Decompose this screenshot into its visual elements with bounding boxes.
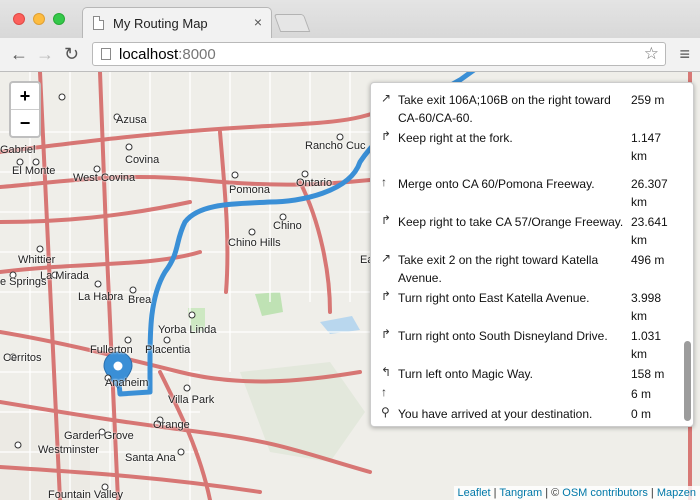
place-label: Ontario: [296, 177, 333, 189]
direction-instruction: Keep right at the fork.: [398, 131, 513, 145]
reload-icon[interactable]: ↻: [64, 43, 79, 65]
keep-right-icon: ↱: [381, 129, 392, 143]
turn-right-icon: ↱: [381, 327, 392, 341]
map-attribution: Leaflet | Tangram | © OSM contributors |…: [453, 486, 700, 500]
direction-instruction: You have arrived at your destination.: [398, 407, 593, 421]
attribution-separator: | ©: [542, 487, 563, 499]
direction-distance: 158 m: [631, 367, 665, 381]
tab-close-icon[interactable]: ×: [254, 14, 262, 30]
place-label: La Habra: [78, 291, 124, 303]
place-label: Brea: [128, 294, 152, 306]
direction-distance: 496 m: [631, 253, 665, 267]
destination-icon: ⚲: [381, 405, 390, 419]
place-label: West Covina: [73, 172, 136, 184]
place-label: El Monte: [12, 165, 56, 177]
new-tab-button[interactable]: [273, 14, 311, 32]
place-label: Placentia: [145, 344, 191, 356]
place-label: Anaheim: [105, 377, 149, 389]
direction-distance: 1.031 km: [631, 329, 662, 361]
place-label: Orange: [153, 419, 190, 431]
keep-right-icon: ↱: [381, 213, 392, 227]
bookmark-star-icon[interactable]: ☆: [644, 44, 659, 64]
address-bar[interactable]: localhost:8000 ☆: [92, 42, 666, 66]
place-label: Rancho Cuc: [305, 140, 366, 152]
place-label: Pomona: [229, 184, 270, 196]
turn-left-icon: ↰: [381, 365, 392, 379]
menu-icon[interactable]: ≡: [679, 44, 690, 65]
leaflet-link[interactable]: Leaflet: [458, 487, 491, 499]
place-label: Garden Grove: [64, 430, 134, 442]
place-label: La Mirada: [40, 270, 89, 282]
place-label: Yorba Linda: [158, 324, 217, 336]
osm-link[interactable]: OSM contributors: [562, 487, 648, 499]
directions-panel[interactable]: ↗ Take exit 106A;106B on the right toward…: [370, 82, 694, 427]
zoom-in-button[interactable]: +: [11, 83, 39, 110]
back-arrow-icon[interactable]: ←: [10, 43, 28, 65]
place-label: Chino: [273, 220, 302, 232]
directions-scrollbar[interactable]: [684, 341, 691, 421]
place-label: Cerritos: [3, 352, 42, 364]
browser-toolbar: ← → ↻ localhost:8000 ☆ ≡: [0, 38, 700, 72]
direction-instruction: Take exit 2 on the right toward Katella …: [398, 253, 599, 285]
place-label: Santa Ana: [125, 452, 176, 464]
direction-instruction: Turn right onto South Disneyland Drive.: [398, 329, 608, 343]
exit-right-icon: ↗: [381, 251, 392, 265]
forward-arrow-icon[interactable]: →: [36, 43, 54, 65]
page-icon: [93, 16, 104, 30]
straight-icon: ↑: [381, 175, 387, 189]
place-label: Fullerton: [90, 344, 133, 356]
minimize-window-button[interactable]: [33, 13, 45, 25]
attribution-separator: |: [647, 487, 657, 499]
tab-title: My Routing Map: [113, 16, 208, 31]
lake-area: [320, 316, 360, 334]
place-label: Whittier: [18, 254, 56, 266]
maximize-window-button[interactable]: [53, 13, 65, 25]
mapzen-link[interactable]: Mapzen: [657, 487, 696, 499]
direction-instruction: Turn right onto East Katella Avenue.: [398, 291, 590, 305]
map[interactable]: Azusa Gabriel Covina El Monte West Covin…: [0, 72, 700, 500]
place-label: Chino Hills: [228, 237, 281, 249]
direction-distance: 3.998 km: [631, 291, 662, 323]
close-window-button[interactable]: [13, 13, 25, 25]
direction-instruction: Merge onto CA 60/Pomona Freeway.: [398, 177, 595, 191]
park-area: [255, 292, 283, 316]
zoom-out-button[interactable]: −: [11, 110, 39, 136]
place-label: Westminster: [38, 444, 99, 456]
place-label: e Springs: [0, 276, 47, 288]
hills-area: [240, 362, 365, 462]
tangram-link[interactable]: Tangram: [499, 487, 542, 499]
url-text[interactable]: localhost:8000: [119, 46, 216, 63]
url-port: :8000: [178, 46, 216, 63]
direction-distance: 259 m: [631, 93, 665, 107]
direction-distance: 26.307 km: [631, 177, 668, 209]
direction-instruction: Turn left onto Magic Way.: [398, 367, 533, 381]
url-host: localhost: [119, 46, 179, 63]
direction-distance: 1.147 km: [631, 131, 662, 163]
straight-icon: ↑: [381, 385, 387, 399]
browser-window: My Routing Map × ← → ↻ localhost:8000 ☆ …: [0, 0, 700, 500]
direction-instruction: Take exit 106A;106B on the right toward …: [398, 93, 611, 125]
page-icon: [101, 48, 111, 60]
place-label: Azusa: [116, 114, 147, 126]
tab-strip: My Routing Map ×: [0, 0, 700, 39]
direction-distance: 0 m: [631, 407, 652, 421]
direction-instruction: Keep right to take CA 57/Orange Freeway.: [398, 215, 624, 229]
turn-right-icon: ↱: [381, 289, 392, 303]
place-label: Gabriel: [0, 144, 36, 156]
place-label: Villa Park: [168, 394, 215, 406]
exit-right-icon: ↗: [381, 91, 392, 105]
place-label: Covina: [125, 154, 160, 166]
place-label: Fountain Valley: [48, 489, 124, 500]
direction-distance: 23.641 km: [631, 215, 668, 247]
tab-my-routing-map[interactable]: My Routing Map ×: [82, 7, 272, 38]
direction-distance: 6 m: [631, 387, 652, 401]
zoom-control: + −: [9, 81, 41, 138]
